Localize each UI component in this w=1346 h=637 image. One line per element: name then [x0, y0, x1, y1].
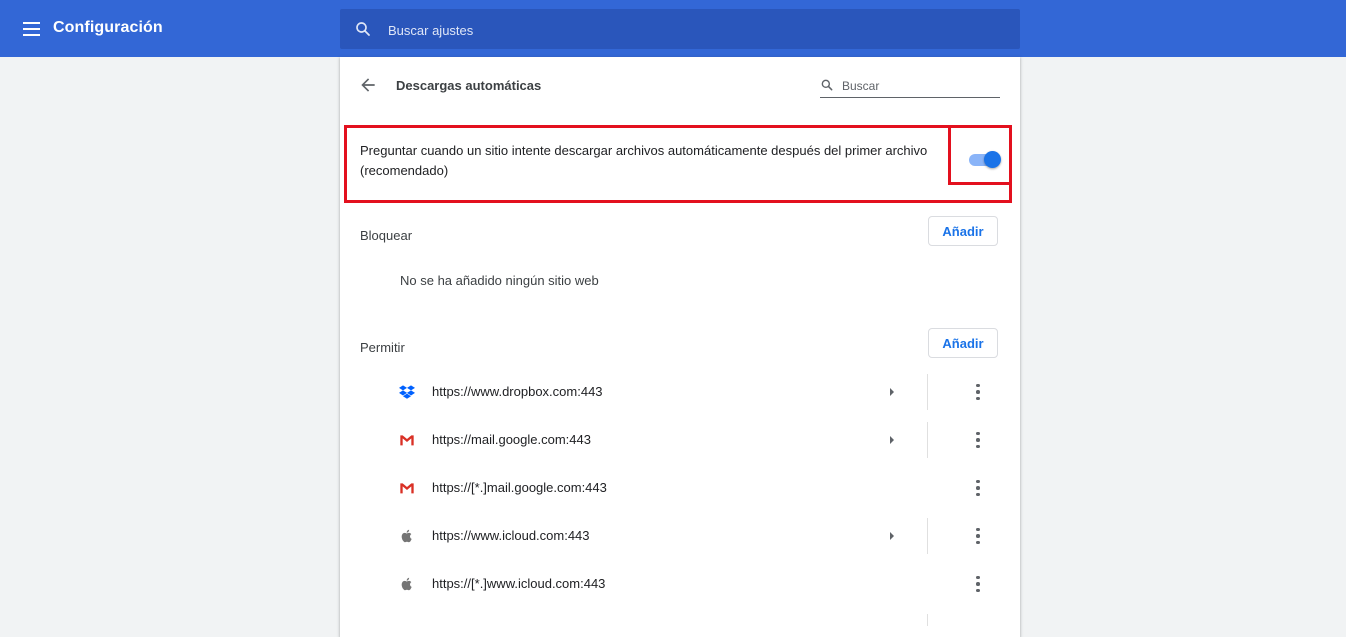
- more-vert-icon[interactable]: [968, 382, 988, 402]
- hamburger-menu-icon[interactable]: [18, 16, 44, 42]
- ask-setting-toggle[interactable]: [969, 151, 1001, 168]
- more-vert-icon[interactable]: [968, 430, 988, 450]
- site-url: https://mail.google.com:443: [432, 432, 591, 447]
- allow-add-button[interactable]: Añadir: [928, 328, 998, 358]
- page-search-box[interactable]: [820, 75, 1000, 98]
- gmail-icon: [400, 435, 414, 446]
- settings-search-box[interactable]: [340, 9, 1020, 51]
- site-row[interactable]: https://www.icloud.com:443: [340, 512, 1020, 560]
- more-vert-icon[interactable]: [968, 526, 988, 546]
- site-url: https://www.dropbox.com:443: [432, 384, 603, 399]
- apple-icon: [401, 577, 412, 591]
- row-divider: [927, 422, 928, 458]
- chevron-right-icon[interactable]: [888, 434, 896, 446]
- top-bar: Configuración: [0, 0, 1346, 57]
- allow-section-label: Permitir: [360, 340, 405, 355]
- ask-setting-label: Preguntar cuando un sitio intente descar…: [360, 143, 928, 178]
- chevron-right-icon[interactable]: [888, 530, 896, 542]
- site-row[interactable]: https://www.dropbox.com:443: [340, 368, 1020, 416]
- settings-search-input[interactable]: [386, 9, 990, 51]
- page-title: Descargas automáticas: [396, 78, 542, 93]
- site-row[interactable]: https://mail.google.com:443: [340, 416, 1020, 464]
- block-empty-message: No se ha añadido ningún sitio web: [400, 273, 599, 288]
- block-add-button[interactable]: Añadir: [928, 216, 998, 246]
- row-divider: [927, 374, 928, 410]
- more-vert-icon[interactable]: [968, 478, 988, 498]
- site-url: https://[*.]www.icloud.com:443: [432, 576, 606, 591]
- site-url: https://www.icloud.com:443: [432, 528, 590, 543]
- row-divider: [927, 614, 928, 626]
- search-icon: [356, 22, 370, 36]
- site-url: https://[*.]mail.google.com:443: [432, 480, 607, 495]
- site-row[interactable]: https://[*.]mail.google.com:443: [340, 464, 1020, 512]
- more-vert-icon[interactable]: [968, 574, 988, 594]
- search-icon: [821, 79, 833, 91]
- chevron-right-icon[interactable]: [888, 386, 896, 398]
- apple-icon: [401, 529, 412, 543]
- site-row[interactable]: https://[*.]www.icloud.com:443: [340, 560, 1020, 608]
- page-search-input[interactable]: [840, 75, 999, 97]
- row-divider: [927, 518, 928, 554]
- gmail-icon: [400, 483, 414, 494]
- app-title: Configuración: [53, 19, 163, 36]
- block-section-label: Bloquear: [360, 228, 413, 243]
- arrow-back-icon[interactable]: [358, 75, 378, 95]
- content-card: Descargas automáticas Preguntar cuando u…: [340, 57, 1020, 637]
- toggle-knob: [984, 151, 1001, 168]
- dropbox-icon: [399, 385, 415, 399]
